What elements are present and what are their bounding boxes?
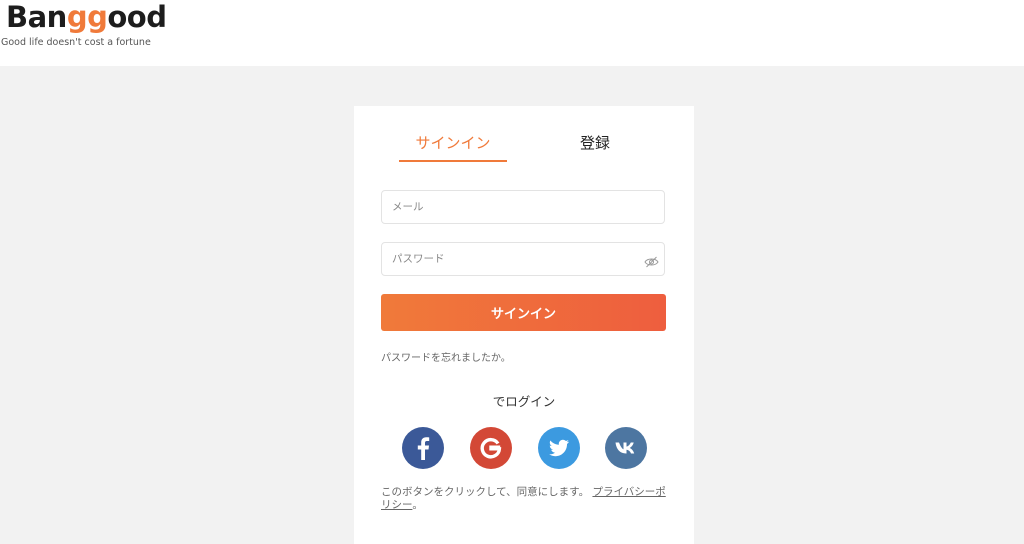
facebook-icon	[417, 437, 430, 460]
tab-signin[interactable]: サインイン	[399, 128, 507, 162]
vk-login-button[interactable]	[605, 427, 647, 469]
forgot-password-link[interactable]: パスワードを忘れましたか。	[381, 349, 511, 364]
password-input[interactable]	[382, 243, 632, 275]
logo-accent: gg	[66, 0, 108, 34]
auth-tabs: サインイン 登録	[381, 128, 667, 164]
logo-wordmark: Banggood	[6, 0, 167, 34]
twitter-login-button[interactable]	[538, 427, 580, 469]
site-header: Banggood Good life doesn't cost a fortun…	[0, 0, 1024, 66]
logo-prefix: Ban	[6, 0, 67, 34]
twitter-icon	[549, 439, 569, 457]
tab-register[interactable]: 登録	[541, 128, 649, 160]
logo-suffix: ood	[107, 0, 167, 34]
google-login-button[interactable]	[470, 427, 512, 469]
login-card: サインイン 登録 サインイン パスワードを忘れましたか。 でログイン	[354, 106, 694, 544]
eye-off-icon[interactable]	[644, 253, 659, 268]
social-login-title: でログイン	[492, 394, 556, 409]
consent-text: このボタンをクリックして、同意にします。	[381, 486, 590, 498]
facebook-login-button[interactable]	[402, 427, 444, 469]
vk-icon	[615, 442, 635, 454]
signin-button[interactable]: サインイン	[381, 294, 666, 331]
email-field-wrapper	[381, 190, 665, 224]
banggood-logo[interactable]: Banggood	[6, 0, 167, 34]
consent-suffix: 。	[412, 499, 423, 511]
google-icon	[480, 438, 502, 459]
privacy-consent: このボタンをクリックして、同意にします。 プライバシーポリシー。	[381, 486, 671, 512]
password-field-wrapper	[381, 242, 665, 276]
email-input[interactable]	[382, 191, 632, 223]
brand-tagline: Good life doesn't cost a fortune	[1, 37, 151, 48]
